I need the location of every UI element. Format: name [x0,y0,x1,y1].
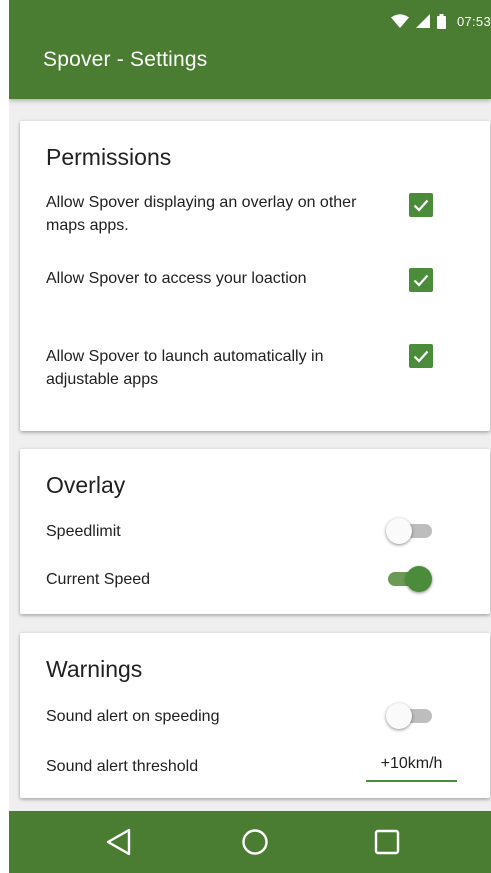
permission-overlay-checkbox[interactable] [409,193,433,217]
permission-overlay-label: Allow Spover displaying an overlay on ot… [46,194,357,234]
app-bar: 07:53 Spover - Settings [9,0,491,99]
overlay-card: Overlay Speedlimit Current Speed [20,449,490,614]
permission-location-checkbox[interactable] [409,268,433,292]
device-screen: 07:53 Spover - Settings Permissions Allo… [9,0,491,873]
speedlimit-label: Speedlimit [46,523,121,540]
current-speed-label: Current Speed [46,571,151,588]
threshold-label: Sound alert threshold [46,758,199,775]
status-bar: 07:53 [390,10,491,32]
speedlimit-switch[interactable] [386,517,436,545]
navigation-bar [9,811,491,873]
sound-alert-label: Sound alert on speeding [46,708,220,725]
permission-autolaunch-label: Allow Spover to launch automatically in … [46,348,324,388]
permission-location-label: Allow Spover to access your loaction [46,270,307,287]
permissions-card: Permissions Allow Spover displaying an o… [20,121,490,431]
recents-icon [374,829,400,855]
checkmark-icon [413,199,429,212]
permission-autolaunch-checkbox[interactable] [409,344,433,368]
home-icon [242,829,268,855]
checkmark-icon [413,274,429,287]
switch-thumb [386,518,412,544]
status-time: 07:53 [456,13,491,29]
recents-button[interactable] [347,811,427,873]
threshold-input[interactable]: +10km/h [366,750,457,782]
sound-alert-switch[interactable] [386,702,436,730]
back-icon [106,828,131,856]
warnings-title: Warnings [46,656,143,682]
wifi-icon [390,14,409,28]
overlay-title: Overlay [46,472,126,498]
home-button[interactable] [215,811,295,873]
switch-thumb [386,703,412,729]
page-title: Spover - Settings [43,48,208,71]
current-speed-switch[interactable] [382,565,432,593]
battery-icon [436,13,446,29]
switch-thumb [406,566,432,592]
warnings-card: Warnings Sound alert on speeding Sound a… [20,633,490,798]
cell-signal-icon [415,14,430,28]
checkmark-icon [413,350,429,363]
permissions-title: Permissions [46,144,172,170]
back-button[interactable] [79,811,159,873]
